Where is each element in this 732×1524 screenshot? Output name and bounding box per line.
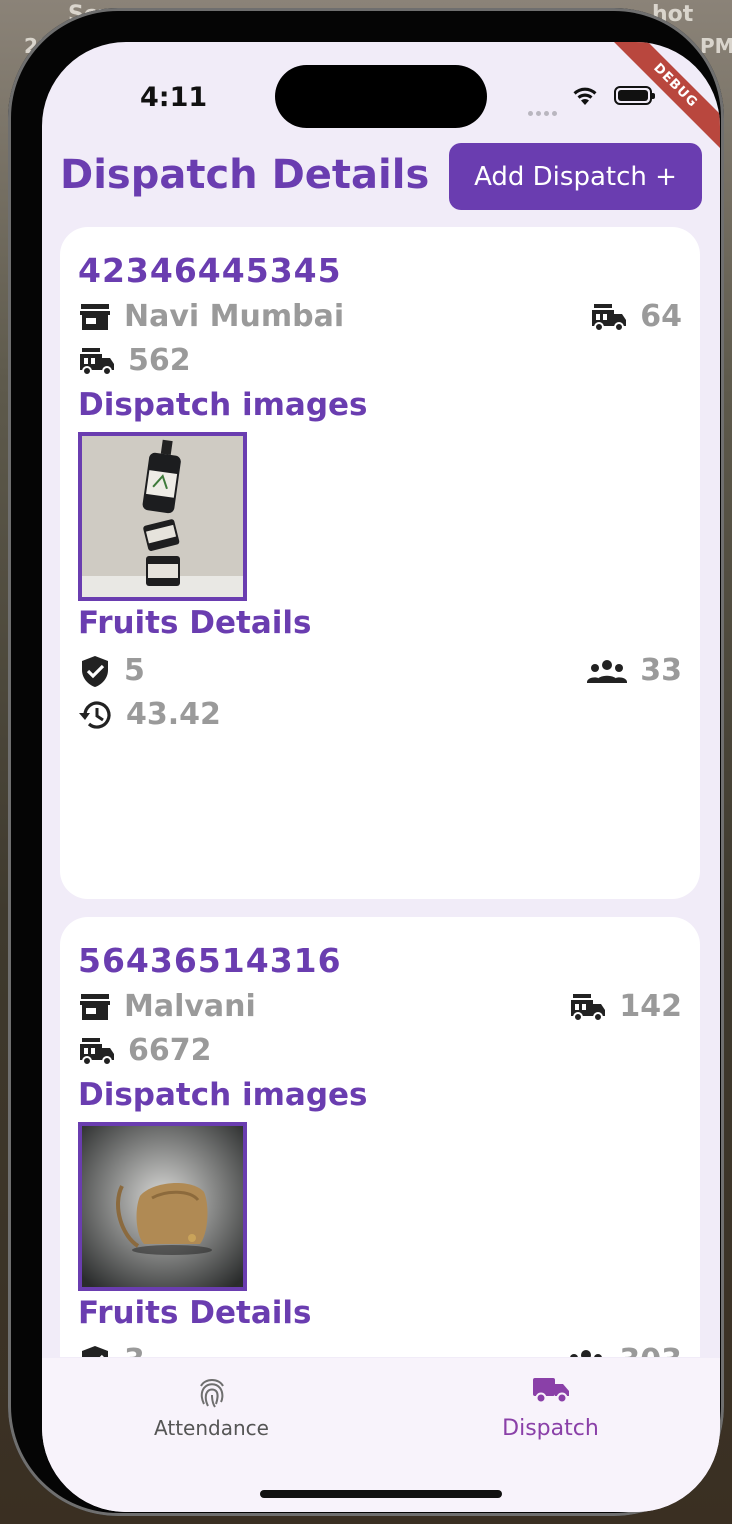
- people-group-icon: [570, 1349, 603, 1357]
- truck-count-left: 562: [128, 343, 191, 378]
- page-title: Dispatch Details: [60, 152, 430, 198]
- verified-count: 3: [124, 1343, 145, 1357]
- status-time: 4:11: [140, 82, 208, 113]
- leather-bag-image: [82, 1126, 243, 1287]
- location-text: Navi Mumbai: [124, 299, 345, 334]
- dynamic-island: [275, 65, 487, 128]
- dispatch-id: 56436514316: [78, 941, 342, 980]
- dispatch-id: 42346445345: [78, 251, 342, 290]
- phone-screen: 4:11 DEBUG Dispatch Details Add Dispatch…: [42, 42, 720, 1512]
- home-indicator[interactable]: [260, 1490, 502, 1498]
- verified-shield-icon: [82, 1345, 108, 1357]
- fire-truck-icon: [80, 347, 114, 376]
- backdrop-subtext-right: PM: [700, 34, 732, 58]
- fire-truck-icon: [80, 1037, 114, 1066]
- dispatch-image-thumbnail[interactable]: [78, 1122, 247, 1291]
- dispatch-images-title: Dispatch images: [78, 1077, 368, 1113]
- verified-shield-icon: [82, 655, 108, 687]
- store-icon: [80, 303, 110, 330]
- cellular-signal-icon: [528, 101, 560, 120]
- dispatch-list[interactable]: 42346445345 Navi Mumbai 64 562 Dispatch …: [60, 227, 702, 1357]
- dispatch-card[interactable]: 42346445345 Navi Mumbai 64 562 Dispatch …: [60, 227, 700, 899]
- truck-count-left: 6672: [128, 1033, 212, 1068]
- nav-label-attendance: Attendance: [154, 1416, 269, 1440]
- history-value: 43.42: [126, 697, 221, 732]
- dispatch-images-title: Dispatch images: [78, 387, 368, 423]
- fire-truck-icon: [592, 303, 627, 332]
- nav-item-attendance[interactable]: Attendance: [42, 1358, 381, 1468]
- location-row: Malvani: [78, 989, 256, 1024]
- truck-count-left-row: 6672: [78, 1033, 212, 1068]
- truck-count-right-row: 64: [590, 299, 682, 334]
- fingerprint-icon: [199, 1379, 224, 1408]
- truck-count-right: 142: [619, 989, 682, 1024]
- people-group-icon: [587, 659, 628, 683]
- battery-icon: [614, 86, 655, 105]
- dispatch-image-thumbnail[interactable]: [78, 432, 247, 601]
- nav-item-dispatch[interactable]: Dispatch: [381, 1358, 720, 1468]
- verified-row: 3: [78, 1343, 145, 1357]
- truck-count-right-row: 142: [569, 989, 682, 1024]
- people-row: 33: [586, 653, 682, 688]
- wifi-icon: [570, 84, 600, 110]
- truck-icon: [532, 1378, 569, 1404]
- verified-row: 5: [78, 653, 145, 688]
- fire-truck-icon: [571, 993, 606, 1022]
- people-row: 303: [565, 1343, 682, 1357]
- add-dispatch-button[interactable]: Add Dispatch +: [449, 143, 702, 210]
- store-icon: [80, 993, 110, 1020]
- dispatch-card[interactable]: 56436514316 Malvani 142 6672 Dispatch im…: [60, 917, 700, 1357]
- truck-count-right: 64: [640, 299, 682, 334]
- history-icon: [79, 701, 111, 729]
- people-count: 33: [640, 653, 682, 688]
- truck-count-left-row: 562: [78, 343, 191, 378]
- people-count: 303: [619, 1343, 682, 1357]
- nav-label-dispatch: Dispatch: [502, 1416, 599, 1441]
- phone-frame: 4:11 DEBUG Dispatch Details Add Dispatch…: [8, 8, 724, 1516]
- fruits-details-title: Fruits Details: [78, 1295, 312, 1331]
- location-row: Navi Mumbai: [78, 299, 344, 334]
- history-row: 43.42: [78, 697, 221, 732]
- fruits-details-title: Fruits Details: [78, 605, 312, 641]
- bottom-navigation: Attendance Dispatch: [42, 1358, 720, 1512]
- product-bottles-image: [82, 436, 243, 597]
- location-text: Malvani: [124, 989, 256, 1024]
- verified-count: 5: [124, 653, 145, 688]
